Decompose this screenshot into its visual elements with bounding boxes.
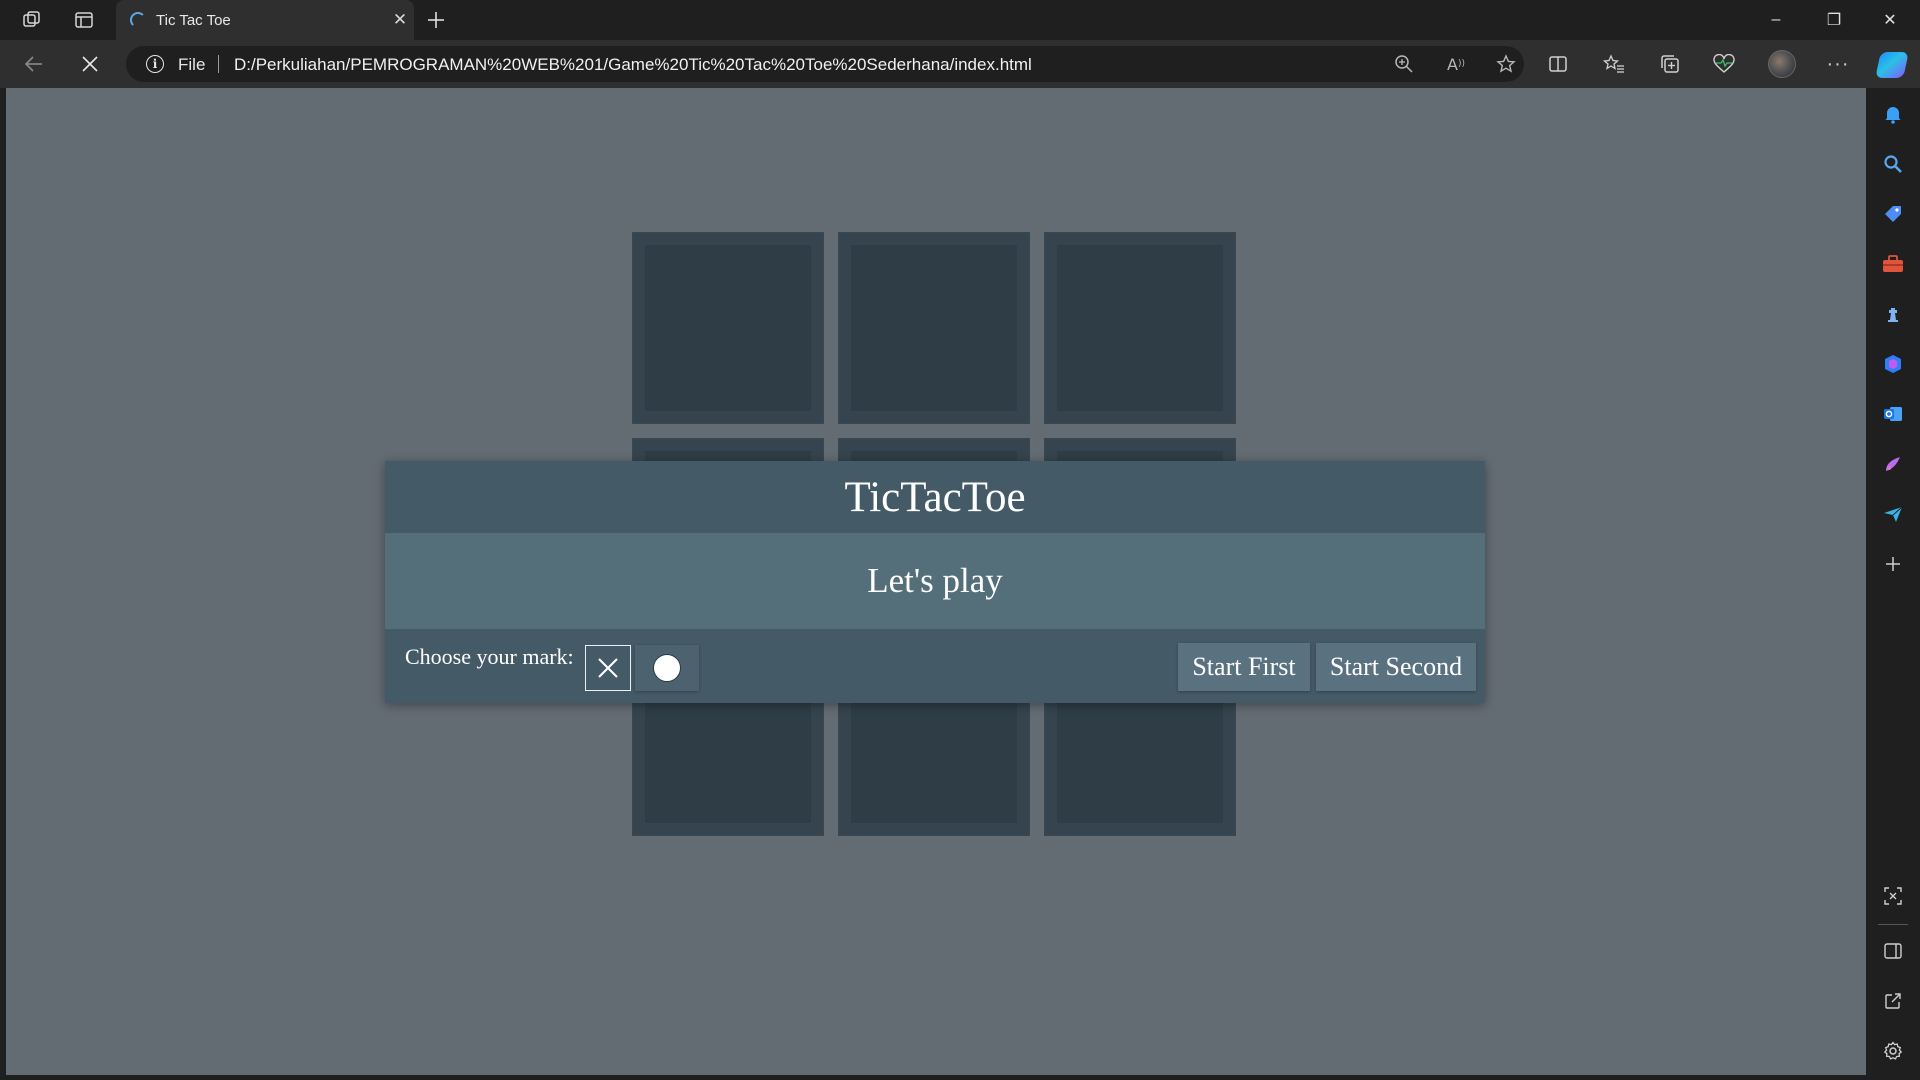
tab-actions-icon[interactable] (64, 6, 104, 34)
x-mark-icon (598, 658, 618, 678)
external-link-icon[interactable] (1875, 984, 1911, 1018)
designer-icon[interactable] (1875, 447, 1911, 481)
edge-sidebar (1866, 88, 1920, 1080)
info-icon[interactable]: i (146, 55, 164, 73)
bell-icon[interactable] (1875, 97, 1911, 131)
minimize-button[interactable]: – (1748, 0, 1804, 40)
heart-pulse-icon[interactable] (1706, 48, 1742, 80)
plus-icon[interactable] (420, 6, 452, 34)
tag-icon[interactable] (1875, 197, 1911, 231)
add-icon[interactable] (1875, 547, 1911, 581)
close-window-button[interactable]: ✕ (1862, 0, 1918, 40)
title-bar: Tic Tac Toe ✕ – ❐ ✕ (0, 0, 1920, 40)
dialog-title: TicTacToe (385, 461, 1485, 533)
arrow-left-icon[interactable] (16, 48, 52, 80)
star-icon[interactable] (1490, 50, 1522, 78)
read-aloud-icon[interactable]: A)) (1440, 50, 1472, 78)
sidebar-divider (1878, 924, 1908, 925)
microsoft-365-icon[interactable] (1875, 347, 1911, 381)
board-cell-1[interactable] (632, 232, 824, 424)
restore-button[interactable]: ❐ (1806, 0, 1862, 40)
favorites-icon[interactable] (1596, 48, 1632, 80)
choose-mark-label: Choose your mark: (405, 644, 574, 669)
mark-o-button[interactable] (635, 645, 699, 691)
split-screen-icon[interactable] (1540, 48, 1576, 80)
chess-icon[interactable] (1875, 297, 1911, 331)
start-dialog: TicTacToe Let's play Choose your mark: S… (385, 461, 1485, 703)
toolbox-icon[interactable] (1875, 247, 1911, 281)
browser-toolbar: i File D:/Perkuliahan/PEMROGRAMAN%20WEB%… (0, 40, 1920, 88)
mark-x-button[interactable] (585, 645, 631, 691)
send-icon[interactable] (1875, 497, 1911, 531)
workspaces-icon[interactable] (12, 6, 52, 34)
tab-tic-tac-toe[interactable]: Tic Tac Toe ✕ (116, 0, 414, 40)
o-mark-icon (653, 654, 681, 682)
board-cell-3[interactable] (1044, 232, 1236, 424)
dialog-footer: Choose your mark: Start First Start Seco… (385, 629, 1485, 703)
sidebar-toggle-icon[interactable] (1875, 934, 1911, 968)
tab-close-icon[interactable]: ✕ (386, 10, 414, 30)
address-separator (218, 55, 219, 73)
scheme-label: File (178, 55, 206, 74)
collections-icon[interactable] (1652, 48, 1688, 80)
page-viewport: TicTacToe Let's play Choose your mark: S… (6, 88, 1866, 1075)
outlook-icon[interactable] (1875, 397, 1911, 431)
loading-spinner-icon (130, 12, 146, 28)
start-second-button[interactable]: Start Second (1316, 643, 1476, 691)
copilot-icon[interactable] (1875, 52, 1909, 78)
board-cell-2[interactable] (838, 232, 1030, 424)
dialog-message: Let's play (385, 533, 1485, 629)
close-icon[interactable] (72, 48, 108, 80)
tab-title: Tic Tac Toe (156, 11, 231, 29)
url-text[interactable]: D:/Perkuliahan/PEMROGRAMAN%20WEB%201/Gam… (234, 55, 1032, 75)
screenshot-icon[interactable] (1875, 879, 1911, 913)
zoom-icon[interactable] (1388, 50, 1420, 78)
address-bar[interactable]: i File D:/Perkuliahan/PEMROGRAMAN%20WEB%… (126, 46, 1524, 82)
avatar[interactable] (1768, 50, 1796, 78)
ellipsis-icon[interactable]: ··· (1820, 48, 1856, 80)
start-first-button[interactable]: Start First (1178, 643, 1310, 691)
search-icon[interactable] (1875, 147, 1911, 181)
gear-icon[interactable] (1875, 1034, 1911, 1068)
